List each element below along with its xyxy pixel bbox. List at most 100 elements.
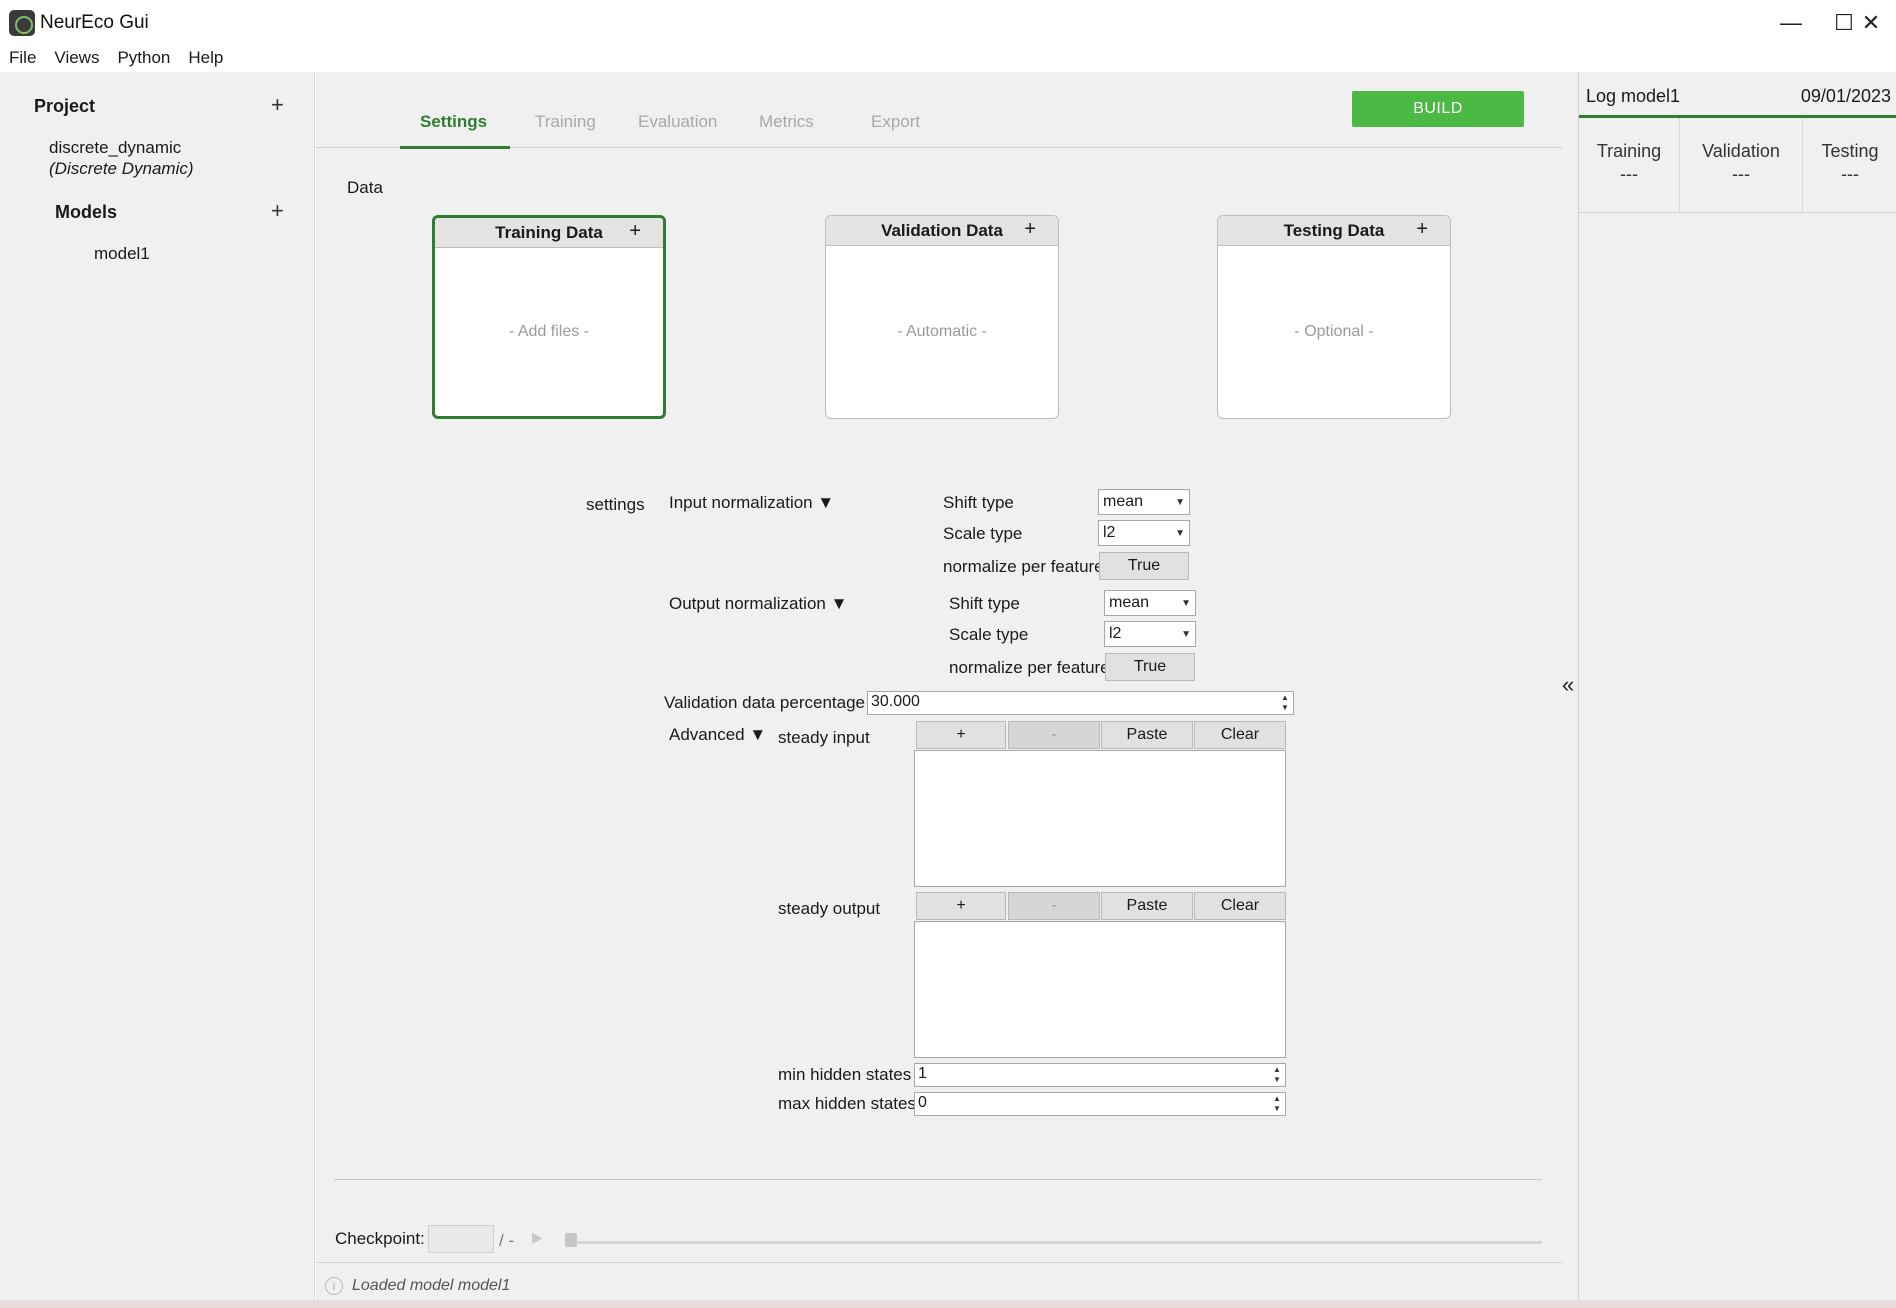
validation-percentage-input[interactable]: 30.000 ▲ ▼ (867, 691, 1294, 715)
steady-input-clear-button[interactable]: Clear (1194, 721, 1286, 749)
validation-data-card[interactable]: Validation Data + - Automatic - (825, 215, 1059, 419)
spinner-arrows-icon[interactable]: ▲ ▼ (1271, 1094, 1283, 1114)
menu-views[interactable]: Views (45, 46, 108, 70)
add-project-button[interactable]: + (271, 92, 284, 118)
collapse-panel-strip: « (1562, 72, 1578, 1308)
steady-output-list[interactable] (914, 921, 1286, 1058)
settings-label: settings (586, 495, 645, 514)
log-testing-label: Testing (1821, 141, 1879, 161)
project-header: Project (34, 96, 96, 116)
project-type: (Discrete Dynamic) (49, 159, 194, 178)
output-shift-type-label: Shift type (949, 594, 1020, 613)
spinner-arrows-icon[interactable]: ▲ ▼ (1271, 1065, 1283, 1085)
checkpoint-input[interactable] (428, 1225, 494, 1253)
log-panel: Log model1 09/01/2023 Training --- Valid… (1578, 72, 1896, 1308)
log-title: Log model1 (1586, 86, 1681, 106)
testing-data-card[interactable]: Testing Data + - Optional - (1217, 215, 1451, 419)
steady-output-clear-button[interactable]: Clear (1194, 892, 1286, 920)
chevron-down-icon: ▼ (1175, 527, 1185, 539)
output-normalization-toggle[interactable]: Output normalization ▼ (669, 594, 847, 614)
collapse-panel-icon[interactable]: « (1562, 672, 1574, 698)
chevron-down-icon: ▼ (1175, 496, 1185, 508)
input-scale-type-label: Scale type (943, 524, 1023, 543)
steady-output-remove-button[interactable]: - (1008, 892, 1100, 920)
log-training-column: Training --- (1579, 118, 1680, 213)
log-validation-label: Validation (1702, 141, 1780, 161)
steady-output-paste-button[interactable]: Paste (1101, 892, 1193, 920)
steady-input-label: steady input (778, 728, 870, 747)
steady-input-paste-button[interactable]: Paste (1101, 721, 1193, 749)
title-bar: NeurEco Gui — ☐ ✕ (0, 0, 1896, 46)
info-icon: i (325, 1277, 343, 1295)
steady-input-list[interactable] (914, 750, 1286, 887)
checkpoint-divider (334, 1179, 1542, 1180)
testing-data-placeholder[interactable]: - Optional - (1218, 246, 1450, 418)
add-validation-data-button[interactable]: + (1024, 218, 1036, 241)
add-testing-data-button[interactable]: + (1416, 218, 1428, 241)
menu-help[interactable]: Help (179, 46, 232, 70)
build-button[interactable]: BUILD (1352, 91, 1524, 127)
output-scale-type-value: l2 (1109, 625, 1122, 642)
checkpoint-slider-handle[interactable] (565, 1233, 577, 1247)
input-per-feature-label: normalize per feature (943, 557, 1104, 576)
advanced-toggle[interactable]: Advanced ▼ (669, 725, 766, 745)
steady-output-label: steady output (778, 899, 881, 918)
spinner-arrows-icon[interactable]: ▲ ▼ (1279, 693, 1291, 713)
menu-python[interactable]: Python (108, 46, 179, 70)
steady-input-add-button[interactable]: + (916, 721, 1006, 749)
tab-bar: Settings Training Evaluation Metrics Exp… (316, 72, 1562, 149)
validation-percentage-label: Validation data percentage (664, 693, 866, 712)
output-shift-type-select[interactable]: mean ▼ (1104, 590, 1196, 616)
close-button[interactable]: ✕ (1846, 0, 1896, 46)
tab-settings[interactable]: Settings (420, 112, 487, 132)
project-sidebar: Project + discrete_dynamic (Discrete Dyn… (0, 72, 315, 1308)
output-scale-type-label: Scale type (949, 625, 1029, 644)
tab-metrics[interactable]: Metrics (759, 112, 814, 132)
validation-percentage-value: 30.000 (871, 693, 920, 710)
model-item[interactable]: model1 (94, 244, 150, 264)
max-hidden-states-label: max hidden states (778, 1094, 916, 1113)
training-data-card[interactable]: Training Data + - Add files - (432, 215, 666, 419)
log-date: 09/01/2023 (1800, 86, 1891, 106)
status-message: Loaded model model1 (352, 1277, 511, 1294)
steady-input-remove-button[interactable]: - (1008, 721, 1100, 749)
min-hidden-states-value: 1 (918, 1065, 927, 1082)
active-tab-indicator (400, 146, 510, 149)
chevron-down-icon: ▼ (1181, 628, 1191, 640)
tab-evaluation[interactable]: Evaluation (638, 112, 717, 132)
output-scale-type-select[interactable]: l2 ▼ (1104, 621, 1196, 647)
testing-data-title: Testing Data (1283, 220, 1385, 240)
tab-export[interactable]: Export (871, 112, 920, 132)
output-per-feature-toggle[interactable]: True (1105, 653, 1195, 681)
play-icon[interactable]: ▶ (532, 1229, 543, 1246)
min-hidden-states-label: min hidden states (778, 1065, 912, 1084)
input-per-feature-toggle[interactable]: True (1099, 552, 1189, 580)
output-per-feature-label: normalize per feature (949, 658, 1110, 677)
validation-data-placeholder[interactable]: - Automatic - (826, 246, 1058, 418)
data-section-label: Data (347, 178, 383, 197)
input-normalization-toggle[interactable]: Input normalization ▼ (669, 493, 834, 513)
project-name[interactable]: discrete_dynamic (49, 138, 181, 158)
steady-output-add-button[interactable]: + (916, 892, 1006, 920)
tab-training[interactable]: Training (535, 112, 596, 132)
add-training-data-button[interactable]: + (629, 220, 641, 243)
app-logo-icon (9, 10, 35, 36)
max-hidden-states-input[interactable]: 0 ▲ ▼ (914, 1092, 1286, 1116)
min-hidden-states-input[interactable]: 1 ▲ ▼ (914, 1063, 1286, 1087)
menu-file[interactable]: File (0, 46, 45, 70)
input-scale-type-select[interactable]: l2 ▼ (1098, 520, 1190, 546)
add-model-button[interactable]: + (271, 198, 284, 224)
checkpoint-total: / - (499, 1231, 515, 1250)
output-shift-type-value: mean (1109, 594, 1150, 611)
log-validation-value: --- (1732, 164, 1750, 184)
input-scale-type-value: l2 (1103, 524, 1116, 541)
checkpoint-slider[interactable] (566, 1241, 1542, 1244)
chevron-down-icon: ▼ (1181, 597, 1191, 609)
log-testing-column: Testing --- (1803, 118, 1896, 213)
main-panel: Settings Training Evaluation Metrics Exp… (316, 72, 1562, 1308)
testing-data-header: Testing Data + (1218, 216, 1450, 246)
input-shift-type-select[interactable]: mean ▼ (1098, 489, 1190, 515)
training-data-placeholder[interactable]: - Add files - (435, 248, 663, 416)
max-hidden-states-value: 0 (918, 1094, 927, 1111)
minimize-button[interactable]: — (1756, 0, 1826, 46)
